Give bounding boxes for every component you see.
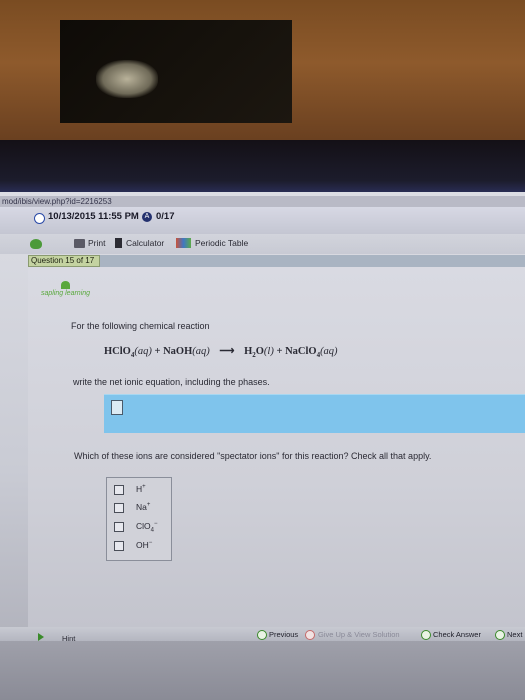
periodic-table-icon[interactable] — [176, 238, 191, 248]
reactant1-phase: (aq) — [134, 346, 152, 357]
reaction-arrow: ⟶ — [219, 346, 235, 357]
equation-input[interactable] — [111, 400, 123, 415]
reactant2-phase: (aq) — [192, 346, 210, 357]
option-clo4-subscript: 4 — [150, 527, 154, 534]
check-answer-icon[interactable] — [421, 630, 431, 640]
net-ionic-instruction: write the net ionic equation, including … — [73, 377, 270, 387]
product1-h: H — [244, 346, 253, 357]
product2: NaClO — [285, 346, 317, 357]
option-h-charge: + — [142, 484, 146, 491]
spectator-prompt: Which of these ions are considered "spec… — [74, 451, 432, 461]
reactant2: NaOH — [163, 346, 193, 357]
print-button[interactable]: Print — [88, 238, 105, 248]
product2-phase: (aq) — [320, 346, 338, 357]
option-na-charge: + — [146, 502, 151, 509]
address-bar[interactable]: mod/ibis/view.php?id=2216253 — [0, 196, 525, 207]
assignment-datetime: 10/13/2015 11:55 PM — [48, 211, 139, 222]
option-oh-checkbox[interactable] — [114, 541, 124, 551]
check-answer-button[interactable]: Check Answer — [433, 630, 481, 639]
previous-button[interactable]: Previous — [269, 630, 298, 639]
give-up-icon[interactable] — [305, 630, 315, 640]
give-up-button[interactable]: Give Up & View Solution — [318, 630, 400, 639]
option-oh-text: OH — [136, 540, 149, 550]
option-na-checkbox[interactable] — [114, 503, 124, 513]
screen-lower-area — [0, 641, 525, 700]
option-oh-charge: − — [148, 540, 153, 547]
sapling-leaf-icon — [30, 239, 42, 249]
printer-icon[interactable] — [74, 239, 85, 248]
plus-sign-1: + — [154, 346, 161, 357]
calculator-icon[interactable] — [115, 238, 122, 248]
previous-icon[interactable] — [257, 630, 267, 640]
reaction-equation: HClO4(aq) + NaOH(aq) ⟶ H2O(l) + NaClO4(a… — [104, 345, 338, 359]
question-tab[interactable]: Question 15 of 17 — [28, 255, 100, 267]
wall-picture-plant — [96, 60, 158, 98]
periodic-table-button[interactable]: Periodic Table — [195, 238, 248, 248]
monitor-bezel — [0, 140, 525, 194]
question-intro: For the following chemical reaction — [71, 321, 210, 331]
assignment-score: 0/17 — [156, 211, 175, 222]
option-clo4-text: ClO — [136, 521, 151, 531]
reactant1: HClO — [104, 346, 131, 357]
plus-sign-2: + — [276, 346, 283, 357]
option-clo4-checkbox[interactable] — [114, 522, 124, 532]
next-icon[interactable] — [495, 630, 505, 640]
option-clo4-label: ClO4− — [136, 521, 158, 534]
option-na-label: Na+ — [136, 502, 150, 512]
sapling-logo-text: sapling learning — [41, 290, 91, 297]
clock-icon — [34, 213, 45, 224]
score-badge-icon: A — [142, 212, 152, 222]
hint-arrow-icon[interactable] — [38, 633, 44, 641]
next-button[interactable]: Next — [507, 630, 522, 639]
option-h-checkbox[interactable] — [114, 485, 124, 495]
url-text: mod/ibis/view.php?id=2216253 — [2, 197, 112, 206]
option-h-label: H+ — [136, 484, 146, 494]
calculator-button[interactable]: Calculator — [126, 238, 164, 248]
wall-picture-frame — [60, 20, 292, 123]
option-na-text: Na — [136, 502, 147, 512]
option-oh-label: OH− — [136, 540, 152, 550]
sapling-logo-icon — [61, 281, 70, 289]
option-clo4-charge: − — [153, 521, 158, 528]
product1-o: O — [255, 346, 264, 357]
product1-phase: (l) — [263, 346, 274, 357]
answer-field-container[interactable] — [104, 394, 525, 433]
question-tab-label: Question 15 of 17 — [31, 256, 95, 265]
question-nav-bar — [28, 255, 525, 267]
